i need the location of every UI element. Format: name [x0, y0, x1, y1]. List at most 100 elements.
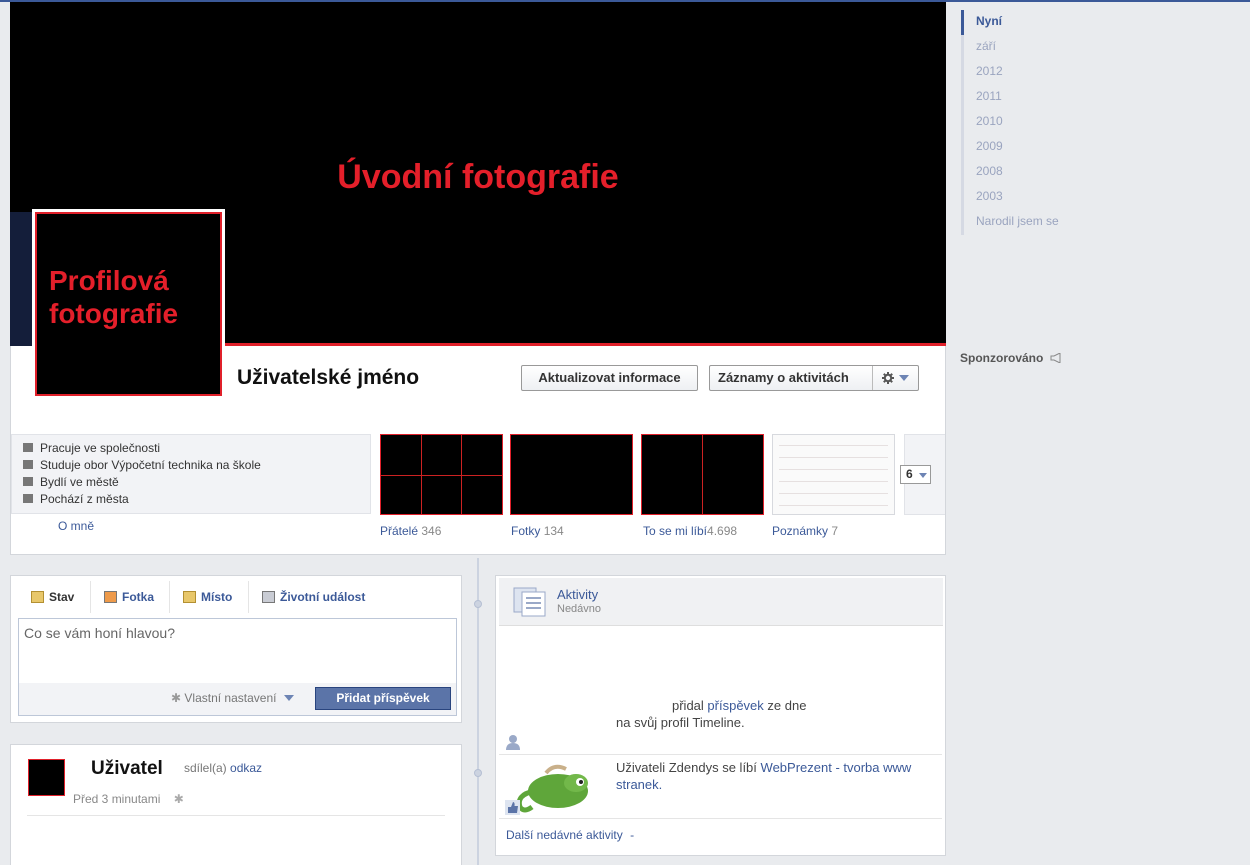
post-composer: Stav Fotka Místo Životní událost Co se v… — [10, 575, 462, 723]
user-icon — [506, 735, 520, 750]
info-row-from-label: Pochází z města — [40, 492, 129, 506]
house-icon — [23, 494, 33, 503]
info-row-lives-label: Bydlí ve městě — [40, 475, 119, 489]
chevron-down-icon — [919, 473, 927, 478]
update-info-button[interactable]: Aktualizovat informace — [521, 365, 698, 391]
year-now[interactable]: Nyní — [961, 10, 1081, 35]
activity-item-like: Uživateli Zdendys se líbí WebPrezent - t… — [616, 759, 936, 793]
story-object-link[interactable]: odkaz — [230, 761, 262, 775]
tab-life-event-label: Životní událost — [280, 590, 366, 604]
story-action-verb: sdílel(a) — [184, 761, 227, 775]
tab-life-event[interactable]: Životní událost — [262, 590, 365, 604]
year-2010[interactable]: 2010 — [961, 110, 1081, 135]
more-activities-link[interactable]: Další nedávné aktivity - — [506, 828, 634, 842]
activity-log-button[interactable]: Záznamy o aktivitách — [709, 365, 919, 391]
more-activities-dash: - — [630, 828, 635, 842]
photo-icon — [104, 591, 117, 603]
notes-count: 7 — [831, 524, 839, 538]
info-row-work: Pracuje ve společnosti — [23, 441, 161, 455]
more-activities-label: Další nedávné aktivity — [506, 828, 623, 842]
friends-label: Přátelé — [380, 524, 419, 538]
graduation-cap-icon — [23, 460, 33, 469]
profile-info-box: Pracuje ve společnosti Studuje obor Výpo… — [11, 434, 371, 514]
activity-item-post-suffix: ze dne — [767, 698, 807, 713]
activity-item-post-verb: přidal — [672, 698, 704, 713]
tab-place-label: Místo — [201, 590, 233, 604]
notes-tile[interactable] — [772, 434, 895, 515]
activity-footer-separator — [499, 818, 942, 819]
story-author[interactable]: Uživatel — [91, 758, 163, 780]
chevron-down-icon — [283, 695, 294, 701]
profile-picture-label: Profilová fotografie — [49, 265, 179, 329]
place-icon — [183, 591, 196, 603]
profile-username[interactable]: Uživatelské jméno — [237, 366, 419, 390]
likes-label: To se mi líbí — [643, 524, 708, 538]
gear-icon: ✱ — [171, 691, 182, 705]
cover-photo-label: Úvodní fotografie — [337, 158, 619, 196]
year-2008[interactable]: 2008 — [961, 160, 1081, 185]
cover-photo-edge — [10, 212, 35, 348]
info-row-study: Studuje obor Výpočetní technika na škole — [23, 458, 261, 472]
privacy-label: Vlastní nastavení — [184, 691, 277, 705]
info-row-lives: Bydlí ve městě — [23, 475, 119, 489]
photos-tile[interactable] — [510, 434, 633, 515]
info-row-work-label: Pracuje ve společnosti — [40, 441, 161, 455]
more-tiles-button[interactable]: 6 — [900, 465, 931, 484]
chameleon-thumbnail[interactable] — [506, 761, 602, 817]
thumbs-up-icon — [505, 800, 520, 815]
composer-footer: ✱ Vlastní nastavení Přidat příspěvek — [18, 683, 457, 716]
avatar[interactable] — [28, 759, 65, 796]
activity-item-like-text: Uživateli Zdendys se líbí — [616, 760, 757, 775]
more-tiles-count: 6 — [906, 467, 913, 481]
story-timestamp[interactable]: Před 3 minutami ✱ — [73, 792, 184, 806]
story-time-label: Před 3 minutami — [73, 792, 161, 806]
photos-count: 134 — [543, 524, 564, 538]
info-row-from: Pochází z města — [23, 492, 129, 506]
activity-subtitle: Nedávno — [557, 603, 602, 615]
year-2009[interactable]: 2009 — [961, 135, 1081, 160]
privacy-selector[interactable]: ✱ Vlastní nastavení — [171, 691, 294, 705]
tab-status-label: Stav — [49, 590, 75, 604]
activity-item-post-line2: na svůj profil Timeline. — [616, 715, 745, 730]
info-row-study-label: Studuje obor Výpočetní technika na škole — [40, 458, 261, 472]
notes-tile-label[interactable]: Poznámky 7 — [772, 524, 838, 538]
activity-separator — [499, 754, 942, 755]
book-icon — [262, 591, 275, 603]
friends-count: 346 — [421, 524, 442, 538]
chevron-down-icon — [899, 375, 909, 381]
timeline-year-nav: Nyní září 2012 2011 2010 2009 2008 2003 … — [961, 10, 1081, 235]
friends-tile[interactable] — [380, 434, 503, 515]
city-icon — [23, 477, 33, 486]
gear-icon — [882, 372, 894, 384]
status-input[interactable]: Co se vám honí hlavou? — [18, 618, 457, 684]
year-2012[interactable]: 2012 — [961, 60, 1081, 85]
friends-tile-label[interactable]: Přátelé 346 — [380, 524, 441, 538]
tab-photo[interactable]: Fotka — [104, 590, 154, 604]
photos-tile-label[interactable]: Fotky 134 — [511, 524, 564, 538]
activity-item-post-link[interactable]: příspěvek — [707, 698, 763, 713]
year-2003[interactable]: 2003 — [961, 185, 1081, 210]
likes-tile[interactable] — [641, 434, 764, 515]
megaphone-icon[interactable] — [1050, 352, 1062, 364]
year-born[interactable]: Narodil jsem se — [961, 210, 1081, 235]
activity-header: Aktivity Nedávno — [499, 578, 943, 626]
gear-icon: ✱ — [173, 792, 184, 806]
briefcase-icon — [23, 443, 33, 452]
timeline-dot — [474, 600, 482, 608]
status-input-placeholder: Co se vám honí hlavou? — [24, 625, 175, 641]
profile-picture[interactable]: Profilová fotografie — [35, 212, 222, 396]
activity-title[interactable]: Aktivity — [557, 587, 598, 602]
sponsored-heading: Sponzorováno — [960, 351, 1062, 365]
settings-dropdown[interactable] — [872, 366, 918, 390]
likes-count: 4.698 — [707, 524, 738, 538]
status-icon — [31, 591, 44, 603]
activity-log-label: Záznamy o aktivitách — [718, 370, 849, 385]
about-link[interactable]: O mně — [58, 519, 94, 533]
post-button[interactable]: Přidat příspěvek — [315, 687, 451, 710]
year-2011[interactable]: 2011 — [961, 85, 1081, 110]
tab-status[interactable]: Stav — [31, 590, 74, 604]
likes-tile-label[interactable]: To se mi líbí4.698 — [643, 524, 737, 538]
activity-list-icon — [513, 587, 546, 617]
tab-place[interactable]: Místo — [183, 590, 232, 604]
year-september[interactable]: září — [961, 35, 1081, 60]
